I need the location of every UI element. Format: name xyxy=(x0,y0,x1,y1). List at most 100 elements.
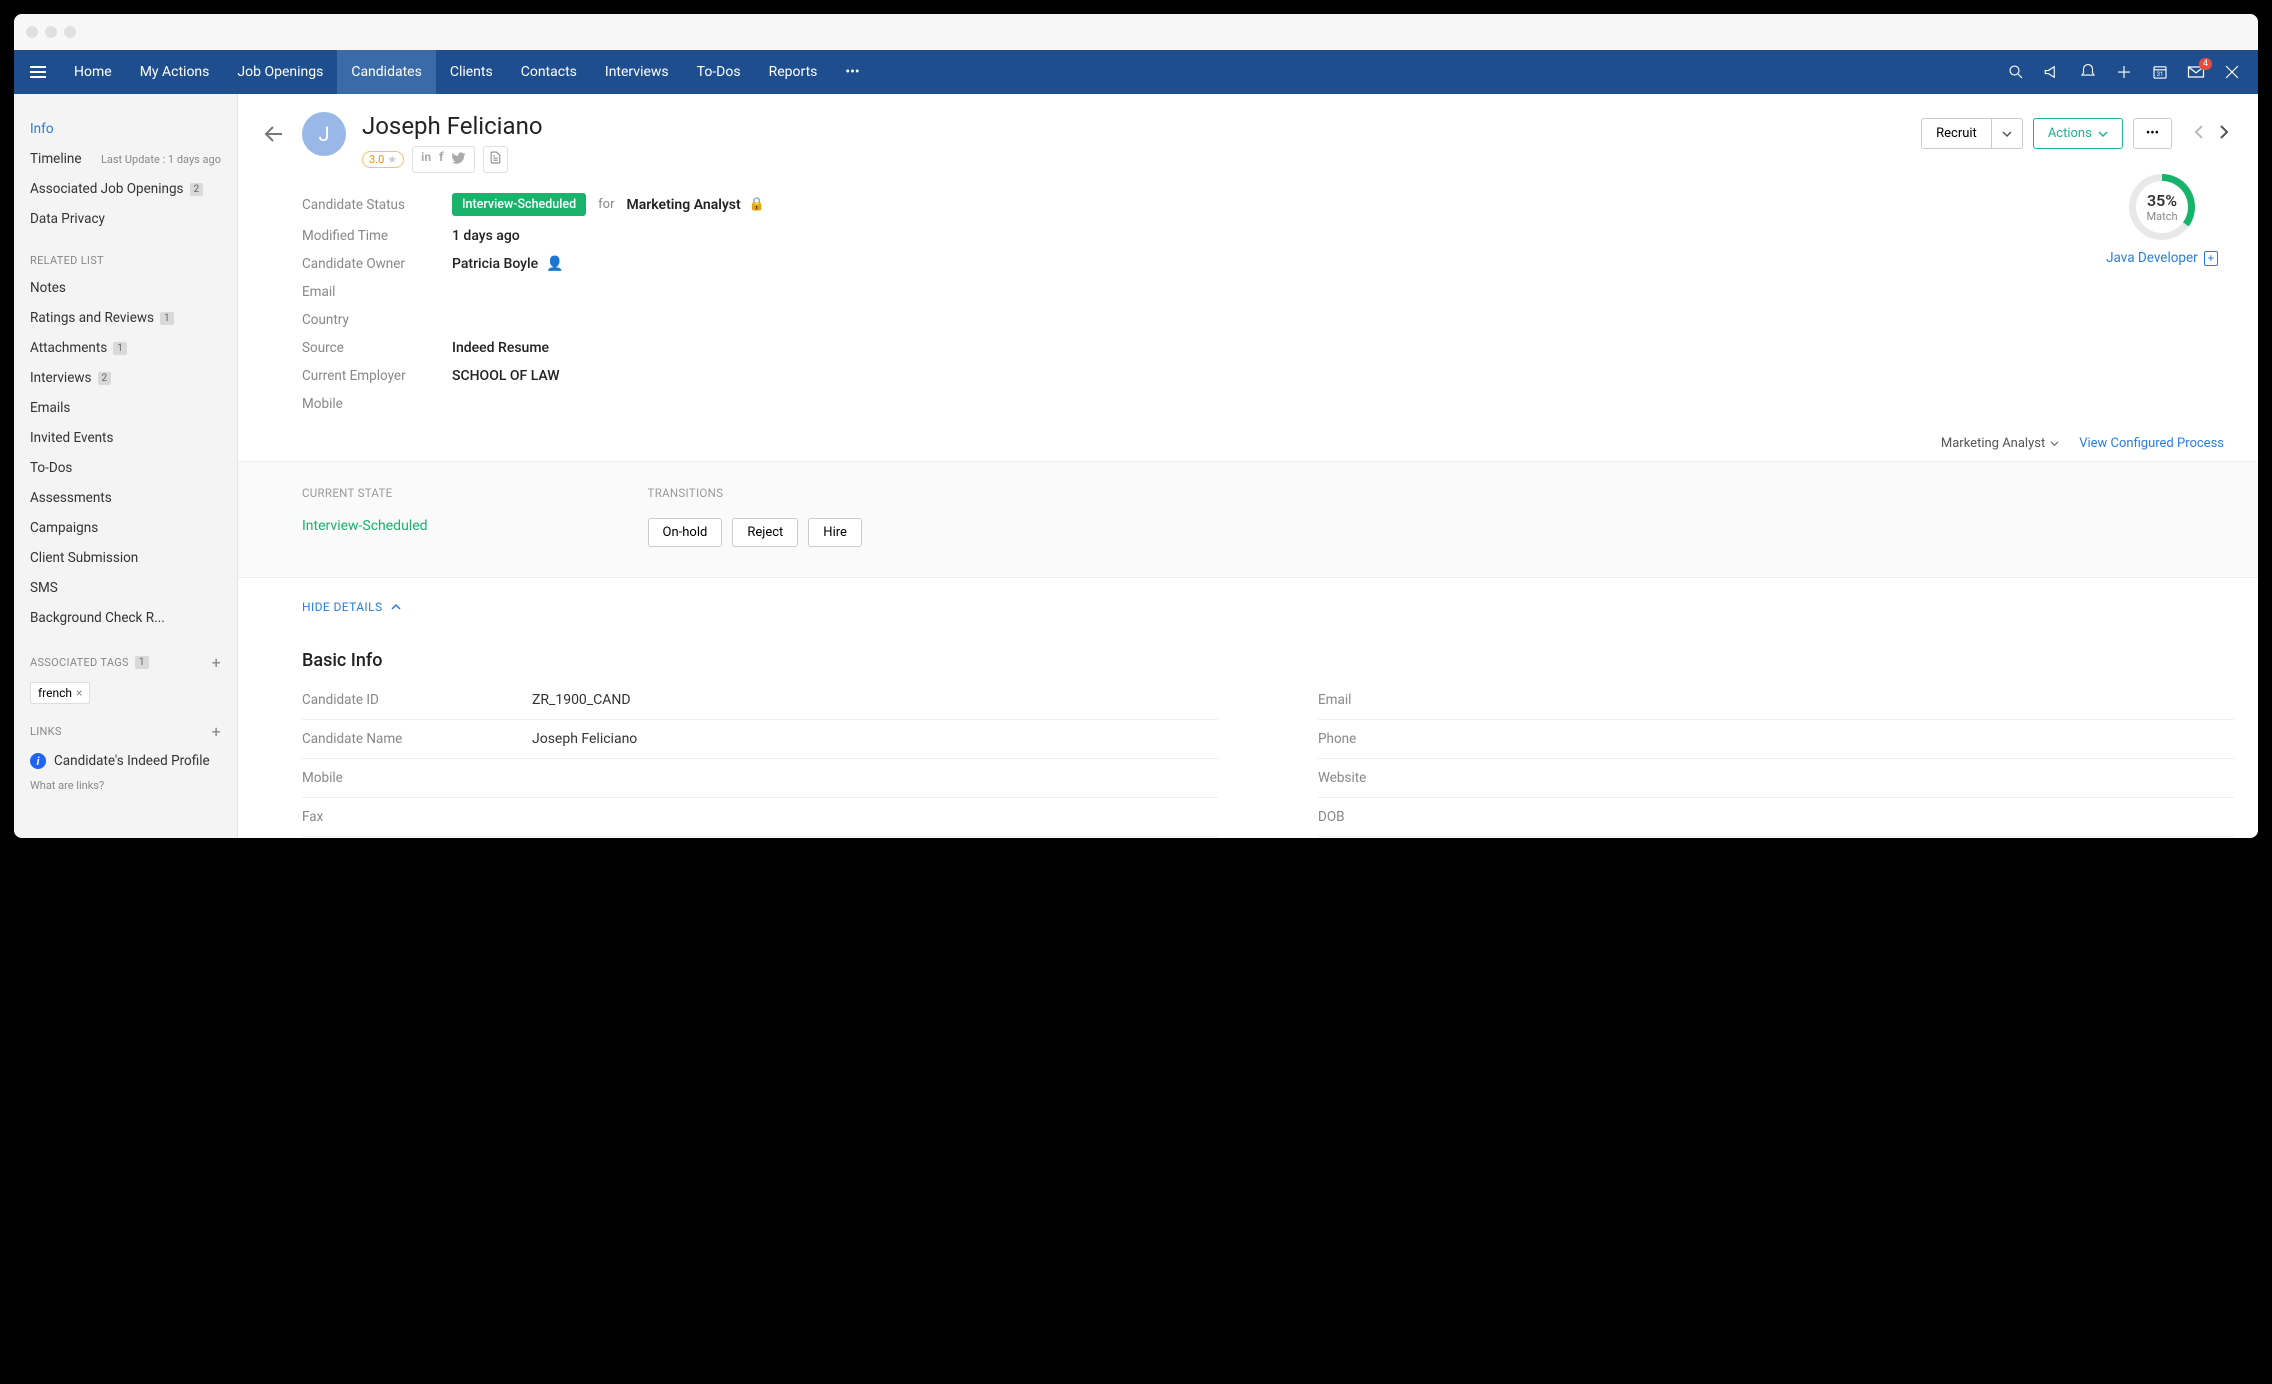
sidebar-data-privacy[interactable]: Data Privacy xyxy=(30,204,221,234)
sidebar-emails[interactable]: Emails xyxy=(30,393,221,423)
sidebar-info[interactable]: Info xyxy=(30,114,221,144)
lock-icon: 🔒 xyxy=(749,197,765,212)
match-job-link[interactable]: Java Developer+ xyxy=(2106,250,2218,266)
sidebar-sms[interactable]: SMS xyxy=(30,573,221,603)
sidebar-timeline[interactable]: TimelineLast Update : 1 days ago xyxy=(30,144,221,174)
match-label: Match xyxy=(2147,210,2178,223)
sidebar-assessments[interactable]: Assessments xyxy=(30,483,221,513)
view-configured-process-link[interactable]: View Configured Process xyxy=(2079,436,2224,451)
next-record-icon[interactable] xyxy=(2214,120,2234,148)
nav-todos[interactable]: To-Dos xyxy=(683,50,755,94)
nav-tabs: Home My Actions Job Openings Candidates … xyxy=(60,50,874,94)
tags-header: ASSOCIATED TAGS1+ xyxy=(14,639,237,678)
person-icon[interactable]: 👤 xyxy=(546,256,563,272)
top-nav: Home My Actions Job Openings Candidates … xyxy=(14,50,2258,94)
nav-candidates[interactable]: Candidates xyxy=(337,50,436,94)
link-indeed-profile[interactable]: iCandidate's Indeed Profile xyxy=(14,747,237,775)
window-max-dot[interactable] xyxy=(64,26,76,38)
details-section: HIDE DETAILS Basic Info Candidate IDZR_1… xyxy=(238,578,2258,838)
main-content: J Joseph Feliciano 3.0★ in f xyxy=(238,94,2258,838)
recruit-button[interactable]: Recruit xyxy=(1921,118,1992,149)
header-actions: Recruit Actions ••• xyxy=(1921,118,2234,149)
facebook-icon[interactable]: f xyxy=(439,150,444,169)
tag-french[interactable]: french× xyxy=(30,682,90,704)
tools-icon[interactable] xyxy=(2222,62,2242,82)
add-link-icon[interactable]: + xyxy=(212,722,221,741)
state-panel: CURRENT STATE Interview-Scheduled TRANSI… xyxy=(238,461,2258,578)
nav-reports[interactable]: Reports xyxy=(755,50,832,94)
recruit-dropdown[interactable] xyxy=(1992,118,2023,149)
window-close-dot[interactable] xyxy=(26,26,38,38)
sidebar-notes[interactable]: Notes xyxy=(30,273,221,303)
bell-icon[interactable] xyxy=(2078,62,2098,82)
candidate-id-value: ZR_1900_CAND xyxy=(532,692,631,708)
transitions-header: TRANSITIONS xyxy=(648,486,862,500)
nav-icons: 31 4 xyxy=(2006,62,2248,82)
reject-button[interactable]: Reject xyxy=(732,518,798,547)
nav-my-actions[interactable]: My Actions xyxy=(126,50,224,94)
nav-interviews[interactable]: Interviews xyxy=(591,50,683,94)
owner-value: Patricia Boyle xyxy=(452,256,538,272)
announce-icon[interactable] xyxy=(2042,62,2062,82)
onhold-button[interactable]: On-hold xyxy=(648,518,723,547)
more-actions-button[interactable]: ••• xyxy=(2133,118,2172,149)
nav-more[interactable]: ••• xyxy=(831,50,873,94)
linkedin-icon[interactable]: in xyxy=(421,150,431,169)
process-row: Marketing Analyst View Configured Proces… xyxy=(238,432,2258,461)
current-state-value: Interview-Scheduled xyxy=(302,518,428,534)
candidate-avatar: J xyxy=(302,112,346,156)
candidate-header: J Joseph Feliciano 3.0★ in f xyxy=(238,94,2258,181)
nav-job-openings[interactable]: Job Openings xyxy=(223,50,337,94)
candidate-name-value: Joseph Feliciano xyxy=(532,731,637,747)
sidebar-invited-events[interactable]: Invited Events xyxy=(30,423,221,453)
indeed-icon: i xyxy=(30,753,46,769)
star-icon: ★ xyxy=(387,153,397,166)
remove-tag-icon[interactable]: × xyxy=(76,686,82,700)
modified-value: 1 days ago xyxy=(452,228,520,244)
menu-icon[interactable] xyxy=(24,60,52,84)
source-value: Indeed Resume xyxy=(452,340,549,356)
sidebar-bg-check[interactable]: Background Check R... xyxy=(30,603,221,633)
status-pill: Interview-Scheduled xyxy=(452,193,586,216)
sidebar-client-submission[interactable]: Client Submission xyxy=(30,543,221,573)
related-list-header: RELATED LIST xyxy=(14,240,237,273)
social-links: in f xyxy=(412,146,475,173)
sidebar-ratings[interactable]: Ratings and Reviews1 xyxy=(30,303,221,333)
svg-text:31: 31 xyxy=(2157,71,2164,78)
mail-icon[interactable]: 4 xyxy=(2186,62,2206,82)
prev-record-icon[interactable] xyxy=(2190,120,2210,148)
candidate-name: Joseph Feliciano xyxy=(362,112,543,140)
links-hint[interactable]: What are links? xyxy=(14,775,237,802)
calendar-icon[interactable]: 31 xyxy=(2150,62,2170,82)
app-window: Home My Actions Job Openings Candidates … xyxy=(14,14,2258,838)
mail-badge: 4 xyxy=(2199,58,2212,70)
actions-button[interactable]: Actions xyxy=(2033,118,2123,149)
document-icon[interactable] xyxy=(483,146,508,173)
sidebar-todos[interactable]: To-Dos xyxy=(30,453,221,483)
search-icon[interactable] xyxy=(2006,62,2026,82)
nav-clients[interactable]: Clients xyxy=(436,50,507,94)
match-panel: 35%Match Java Developer+ xyxy=(2106,174,2218,266)
nav-home[interactable]: Home xyxy=(60,50,126,94)
rating-chip[interactable]: 3.0★ xyxy=(362,151,404,168)
sidebar-assoc-jobs[interactable]: Associated Job Openings2 xyxy=(30,174,221,204)
links-header: LINKS+ xyxy=(14,708,237,747)
sidebar-campaigns[interactable]: Campaigns xyxy=(30,513,221,543)
employer-value: SCHOOL OF LAW xyxy=(452,368,560,384)
twitter-icon[interactable] xyxy=(452,150,466,169)
sidebar-interviews[interactable]: Interviews2 xyxy=(30,363,221,393)
hire-button[interactable]: Hire xyxy=(808,518,862,547)
left-sidebar: Info TimelineLast Update : 1 days ago As… xyxy=(14,94,238,838)
plus-icon[interactable] xyxy=(2114,62,2134,82)
window-min-dot[interactable] xyxy=(45,26,57,38)
hide-details-toggle[interactable]: HIDE DETAILS xyxy=(302,600,2234,614)
add-match-job-icon[interactable]: + xyxy=(2204,251,2218,266)
back-arrow-icon[interactable] xyxy=(262,122,286,150)
status-job[interactable]: Marketing Analyst xyxy=(627,197,741,213)
add-tag-icon[interactable]: + xyxy=(212,653,221,672)
candidate-info: Candidate StatusInterview-ScheduledforMa… xyxy=(238,181,2258,432)
sidebar-attachments[interactable]: Attachments1 xyxy=(30,333,221,363)
assoc-jobs-badge: 2 xyxy=(190,183,204,196)
nav-contacts[interactable]: Contacts xyxy=(507,50,591,94)
process-selector[interactable]: Marketing Analyst xyxy=(1941,436,2059,451)
